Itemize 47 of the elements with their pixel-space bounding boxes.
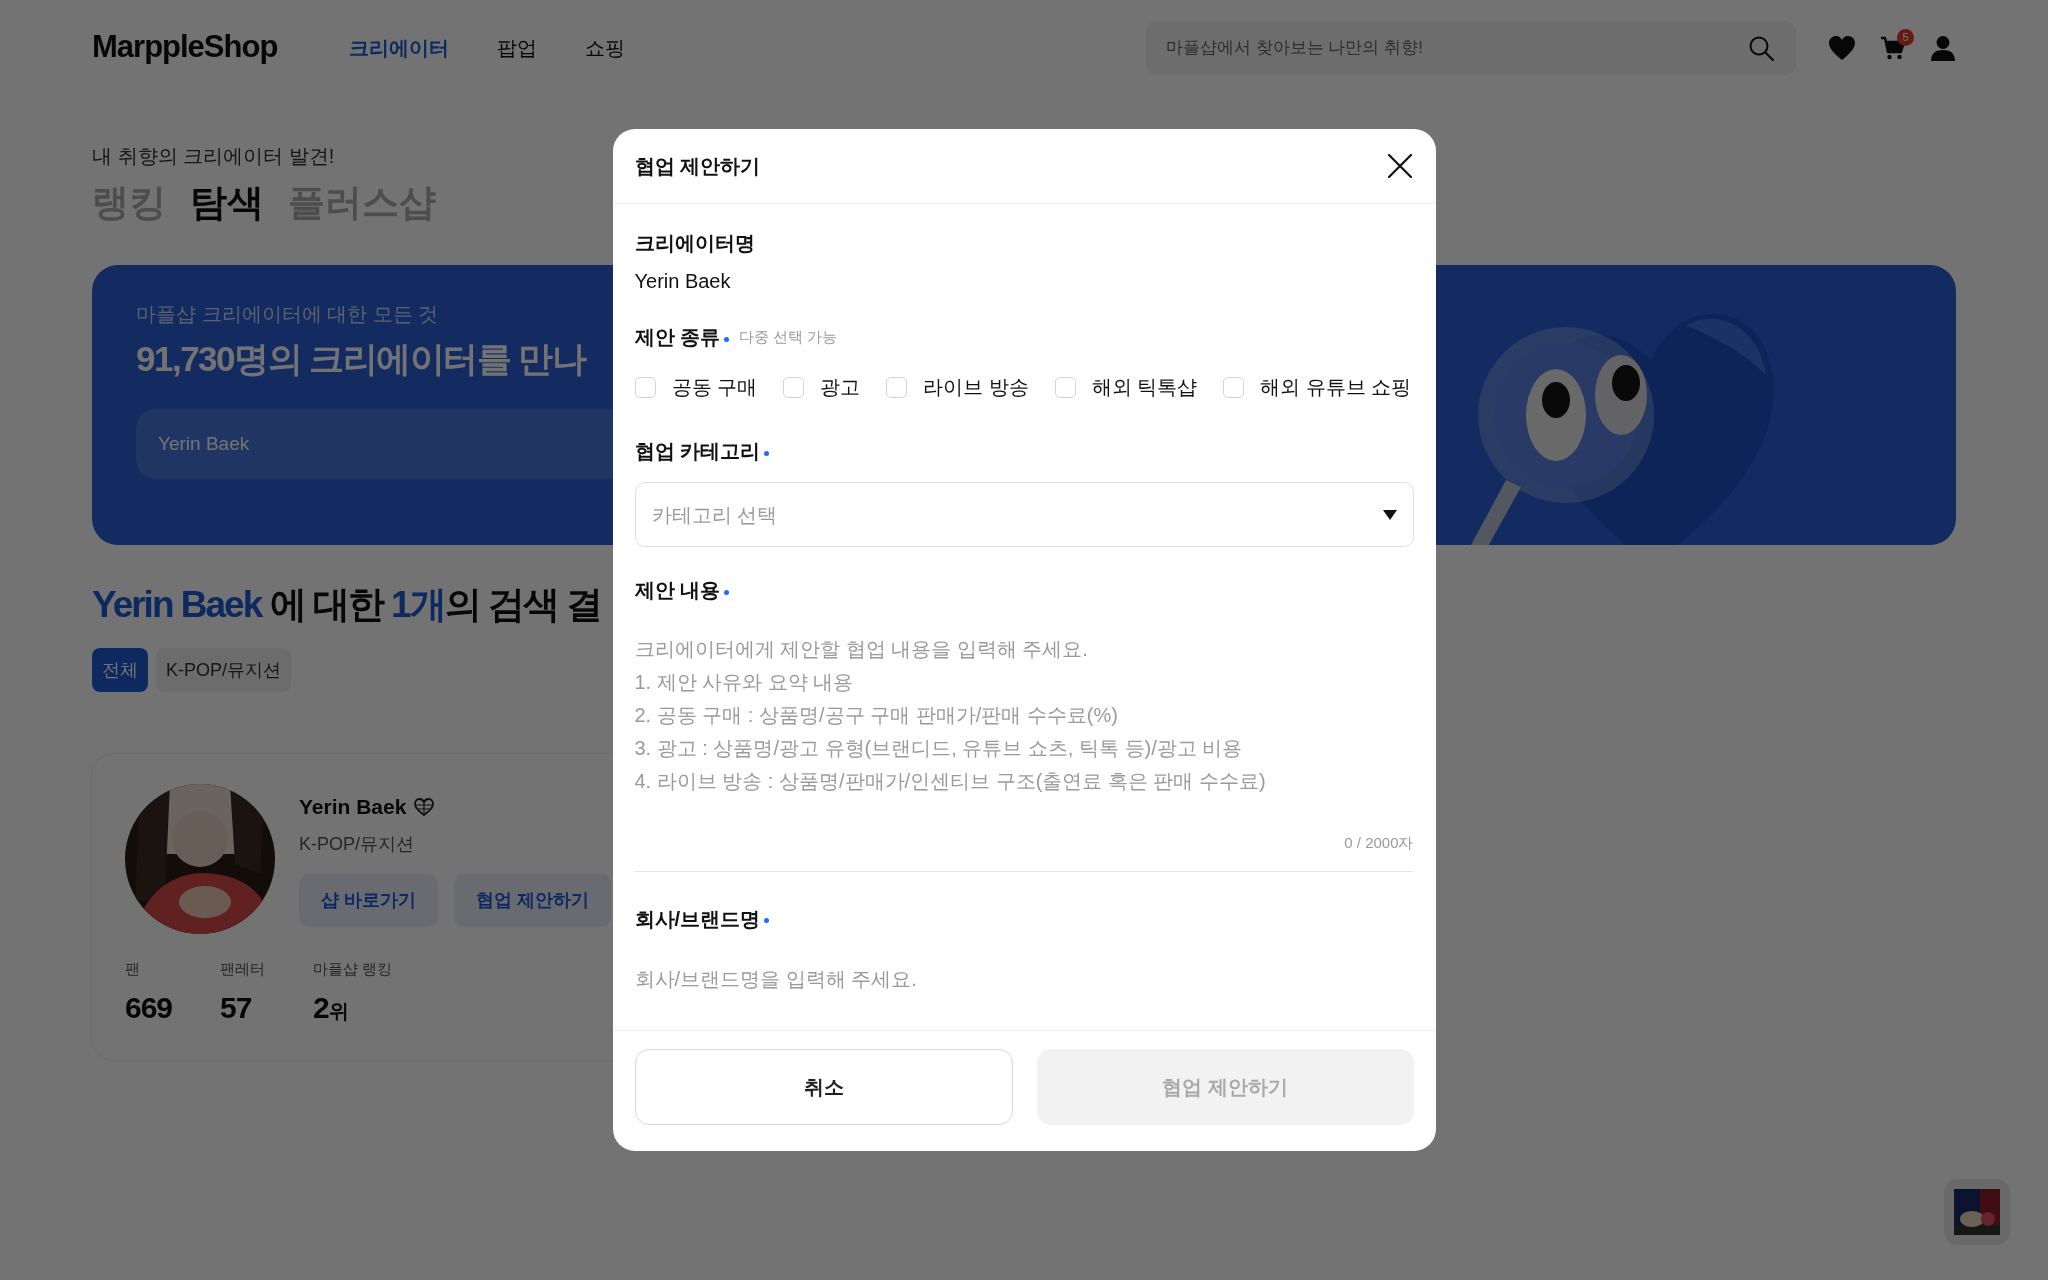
creator-name-value: Yerin Baek [634,269,732,294]
cart-count-badge: 5 [1897,29,1914,46]
creator-category: K-POP/뮤지션 [299,832,415,856]
field-label: 회사/브랜드명 [634,906,761,932]
stat-value: 669 [125,989,173,1026]
result-heading: Yerin Baek 에 대한 1개의 검색 결 [92,582,602,627]
checkbox-option[interactable]: 라이브 방송 [886,372,1029,402]
search-field[interactable]: 마플샵에서 찾아보는 나만의 취향! [1146,20,1796,75]
field-label: 크리에이터명 [634,231,755,256]
heart-icon[interactable] [1828,34,1856,61]
cart-icon[interactable] [1880,35,1906,60]
floating-button[interactable] [1944,1179,2010,1245]
checkbox-option[interactable]: 광고 [783,372,861,402]
nav-link[interactable]: 팝업 [497,32,538,63]
nav-link[interactable]: 크리에이터 [349,32,450,63]
nav-link[interactable]: 쇼핑 [585,32,626,63]
field-hint: 다중 선택 가능 [739,326,838,347]
field-label: 협업 카테고리 [634,439,761,464]
logo[interactable]: MarppleShop [92,24,278,71]
creator-name: Yerin Baek [299,794,407,821]
stat-label: 팬레터 [220,959,266,979]
character-counter: 0 / 2000자 [1344,833,1414,853]
creator-action-button[interactable]: 샵 바로가기 [299,873,438,927]
heart-icon [414,798,435,816]
close-button[interactable] [1385,152,1414,180]
filter-chip[interactable]: K-POP/뮤지션 [156,648,291,692]
modal-title: 협업 제안하기 [634,154,761,179]
creator-action-button[interactable]: 협업 제안하기 [454,873,612,927]
stat-label: 마플샵 랭킹 [313,959,393,979]
banner-title: 91,730명의 크리에이터를 만나 [136,337,586,380]
banner-subtitle: 마플샵 크리에이터에 대한 모든 것 [136,301,439,327]
filter-chip[interactable]: 전체 [92,648,148,692]
checkbox-option[interactable]: 해외 틱톡샵 [1054,372,1198,402]
field-label: 제안 내용 [634,578,721,603]
user-icon[interactable] [1930,34,1956,61]
caret-icon [1382,509,1397,520]
category-select[interactable]: 카테고리 선택 [634,482,1414,547]
field-label: 제안 종류 [634,325,721,350]
stat-value: 2위 [313,989,349,1026]
eyebrow-text: 내 취향의 크리에이터 발견! [92,144,335,169]
page-tab[interactable]: 탐색 [190,175,264,231]
checkbox-option[interactable]: 공동 구매 [634,372,758,402]
checkbox-option[interactable]: 해외 유튜브 쇼핑 [1223,372,1412,402]
search-icon[interactable] [1748,34,1774,61]
stat-label: 팬 [125,959,141,979]
cancel-button[interactable]: 취소 [634,1049,1013,1125]
stat-value: 57 [220,989,253,1026]
